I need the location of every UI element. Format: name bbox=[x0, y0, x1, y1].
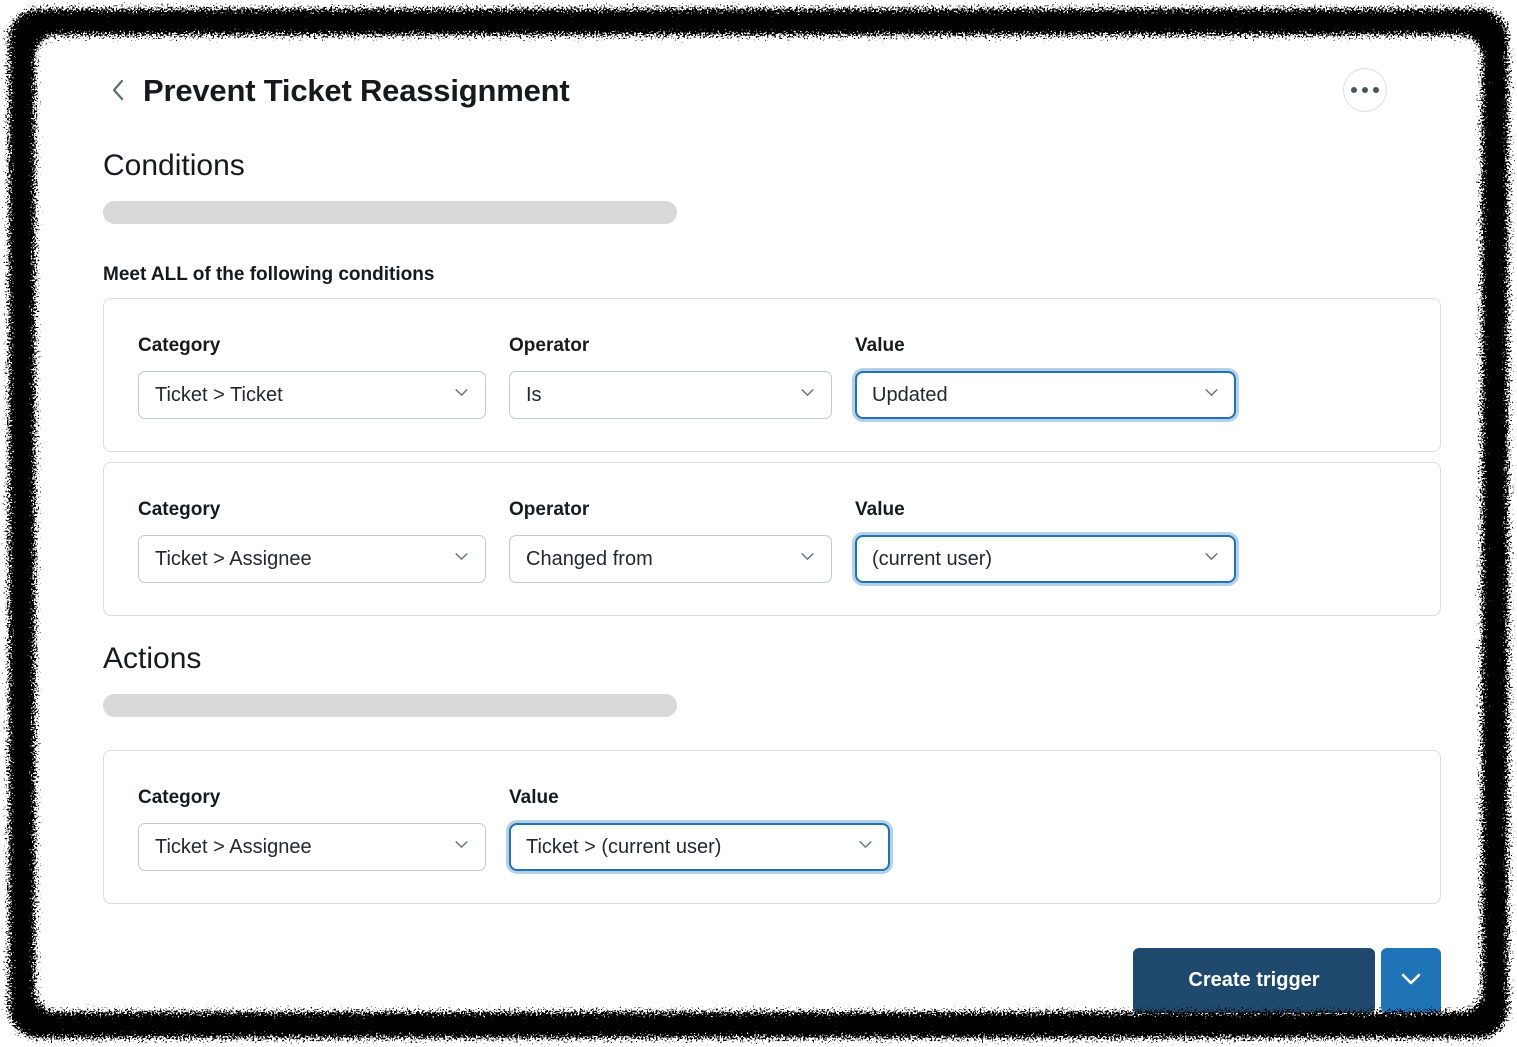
select-value: Ticket > Ticket bbox=[155, 384, 283, 407]
action-row-1: Category Ticket > Assignee Value Ticket … bbox=[103, 750, 1441, 904]
operator-label: Operator bbox=[509, 335, 832, 357]
condition-1-category-field: Category Ticket > Ticket bbox=[138, 335, 486, 419]
chevron-down-icon bbox=[453, 548, 470, 571]
back-button[interactable] bbox=[109, 77, 129, 106]
value-label: Value bbox=[855, 499, 1236, 521]
create-trigger-button[interactable]: Create trigger bbox=[1133, 948, 1375, 1013]
ellipsis-icon bbox=[1351, 87, 1357, 93]
condition-2-category-field: Category Ticket > Assignee bbox=[138, 499, 486, 583]
actions-heading: Actions bbox=[103, 642, 1441, 676]
chevron-down-icon bbox=[1203, 548, 1220, 571]
action-1-value-field: Value Ticket > (current user) bbox=[509, 787, 890, 871]
select-value: Ticket > (current user) bbox=[526, 836, 721, 859]
conditions-match-text: Meet ALL of the following conditions bbox=[103, 264, 1441, 286]
conditions-heading: Conditions bbox=[103, 149, 1441, 183]
condition-1-operator-field: Operator Is bbox=[509, 335, 832, 419]
chevron-down-icon bbox=[453, 836, 470, 859]
more-menu-button[interactable] bbox=[1343, 68, 1387, 112]
select-value: Is bbox=[526, 384, 542, 407]
condition-1-operator-select[interactable]: Is bbox=[509, 371, 832, 419]
chevron-down-icon bbox=[453, 384, 470, 407]
action-1-value-select[interactable]: Ticket > (current user) bbox=[509, 823, 890, 871]
condition-2-value-select[interactable]: (current user) bbox=[855, 535, 1236, 583]
chevron-down-icon bbox=[1398, 970, 1424, 991]
condition-1-value-select[interactable]: Updated bbox=[855, 371, 1236, 419]
select-value: Ticket > Assignee bbox=[155, 548, 312, 571]
trigger-editor-panel: Prevent Ticket Reassignment Conditions M… bbox=[35, 35, 1485, 1012]
category-label: Category bbox=[138, 787, 486, 809]
condition-2-category-select[interactable]: Ticket > Assignee bbox=[138, 535, 486, 583]
condition-2-operator-field: Operator Changed from bbox=[509, 499, 832, 583]
condition-row-2: Category Ticket > Assignee Operator Chan… bbox=[103, 462, 1441, 616]
chevron-down-icon bbox=[799, 384, 816, 407]
chevron-down-icon bbox=[799, 548, 816, 571]
page-title: Prevent Ticket Reassignment bbox=[143, 73, 569, 109]
value-label: Value bbox=[855, 335, 1236, 357]
action-1-category-field: Category Ticket > Assignee bbox=[138, 787, 486, 871]
action-1-category-select[interactable]: Ticket > Assignee bbox=[138, 823, 486, 871]
create-trigger-menu-button[interactable] bbox=[1381, 948, 1441, 1013]
page-header: Prevent Ticket Reassignment bbox=[103, 35, 1441, 109]
select-value: Ticket > Assignee bbox=[155, 836, 312, 859]
chevron-down-icon bbox=[1203, 384, 1220, 407]
operator-label: Operator bbox=[509, 499, 832, 521]
category-label: Category bbox=[138, 499, 486, 521]
select-value: Changed from bbox=[526, 548, 653, 571]
chevron-down-icon bbox=[857, 836, 874, 859]
condition-2-value-field: Value (current user) bbox=[855, 499, 1236, 583]
value-label: Value bbox=[509, 787, 890, 809]
conditions-skeleton-bar bbox=[103, 201, 677, 224]
footer-actions: Create trigger bbox=[103, 948, 1441, 1013]
chevron-left-icon bbox=[109, 77, 129, 106]
select-value: (current user) bbox=[872, 548, 992, 571]
actions-skeleton-bar bbox=[103, 694, 677, 717]
condition-row-1: Category Ticket > Ticket Operator Is Val… bbox=[103, 298, 1441, 452]
condition-1-category-select[interactable]: Ticket > Ticket bbox=[138, 371, 486, 419]
condition-1-value-field: Value Updated bbox=[855, 335, 1236, 419]
condition-2-operator-select[interactable]: Changed from bbox=[509, 535, 832, 583]
select-value: Updated bbox=[872, 384, 948, 407]
category-label: Category bbox=[138, 335, 486, 357]
